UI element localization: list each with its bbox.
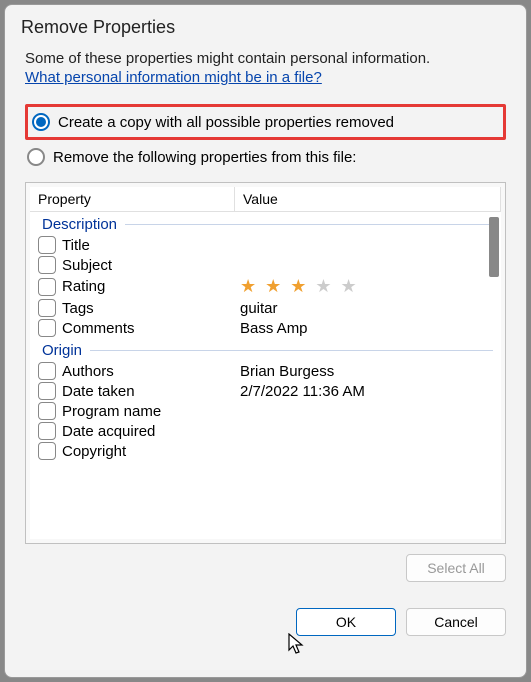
info-link[interactable]: What personal information might be in a …	[25, 69, 322, 86]
prop-row-comments[interactable]: Comments Bass Amp	[30, 318, 501, 338]
group-label: Origin	[42, 342, 82, 359]
prop-name: Copyright	[62, 443, 240, 460]
prop-row-date-taken[interactable]: Date taken 2/7/2022 11:36 AM	[30, 381, 501, 401]
checkbox[interactable]	[38, 402, 56, 420]
checkbox[interactable]	[38, 422, 56, 440]
prop-row-rating[interactable]: Rating ★ ★ ★ ★ ★	[30, 275, 501, 298]
prop-value: Bass Amp	[240, 320, 501, 337]
checkbox[interactable]	[38, 299, 56, 317]
cancel-button[interactable]: Cancel	[406, 608, 506, 636]
properties-list: Property Value Description Title	[30, 187, 501, 539]
group-label: Description	[42, 216, 117, 233]
group-description: Description	[30, 212, 501, 235]
checkbox[interactable]	[38, 362, 56, 380]
list-body: Description Title Subject	[30, 212, 501, 536]
prop-row-program-name[interactable]: Program name	[30, 401, 501, 421]
radio-create-copy[interactable]: Create a copy with all possible properti…	[25, 104, 506, 140]
radio-label: Create a copy with all possible properti…	[58, 114, 394, 131]
prop-value: Brian Burgess	[240, 363, 501, 380]
properties-list-frame: Property Value Description Title	[25, 182, 506, 544]
checkbox[interactable]	[38, 442, 56, 460]
checkbox[interactable]	[38, 278, 56, 296]
group-divider	[125, 224, 493, 225]
remove-properties-dialog: Remove Properties Some of these properti…	[4, 4, 527, 678]
prop-name: Rating	[62, 278, 240, 295]
scrollbar-thumb[interactable]	[489, 217, 499, 277]
rating-stars: ★ ★ ★ ★ ★	[240, 276, 501, 297]
radio-label: Remove the following properties from thi…	[53, 149, 356, 166]
column-header-value[interactable]: Value	[235, 187, 501, 211]
radio-icon	[32, 113, 50, 131]
radio-remove-following[interactable]: Remove the following properties from thi…	[25, 144, 506, 170]
prop-name: Comments	[62, 320, 240, 337]
prop-name: Authors	[62, 363, 240, 380]
radio-group: Create a copy with all possible properti…	[25, 104, 506, 170]
prop-name: Program name	[62, 403, 240, 420]
prop-name: Title	[62, 237, 240, 254]
prop-name: Date taken	[62, 383, 240, 400]
info-text: Some of these properties might contain p…	[25, 50, 506, 67]
prop-value: 2/7/2022 11:36 AM	[240, 383, 501, 400]
prop-row-tags[interactable]: Tags guitar	[30, 298, 501, 318]
prop-row-copyright[interactable]: Copyright	[30, 441, 501, 461]
prop-row-date-acquired[interactable]: Date acquired	[30, 421, 501, 441]
checkbox[interactable]	[38, 319, 56, 337]
group-divider	[90, 350, 493, 351]
prop-name: Tags	[62, 300, 240, 317]
group-origin: Origin	[30, 338, 501, 361]
ok-button[interactable]: OK	[296, 608, 396, 636]
prop-value: guitar	[240, 300, 501, 317]
prop-row-authors[interactable]: Authors Brian Burgess	[30, 361, 501, 381]
select-all-button[interactable]: Select All	[406, 554, 506, 582]
checkbox[interactable]	[38, 256, 56, 274]
column-header-property[interactable]: Property	[30, 187, 235, 211]
prop-name: Date acquired	[62, 423, 240, 440]
prop-row-title[interactable]: Title	[30, 235, 501, 255]
prop-name: Subject	[62, 257, 240, 274]
checkbox[interactable]	[38, 236, 56, 254]
prop-row-subject[interactable]: Subject	[30, 255, 501, 275]
checkbox[interactable]	[38, 382, 56, 400]
radio-icon	[27, 148, 45, 166]
list-header: Property Value	[30, 187, 501, 212]
dialog-title: Remove Properties	[5, 5, 526, 50]
